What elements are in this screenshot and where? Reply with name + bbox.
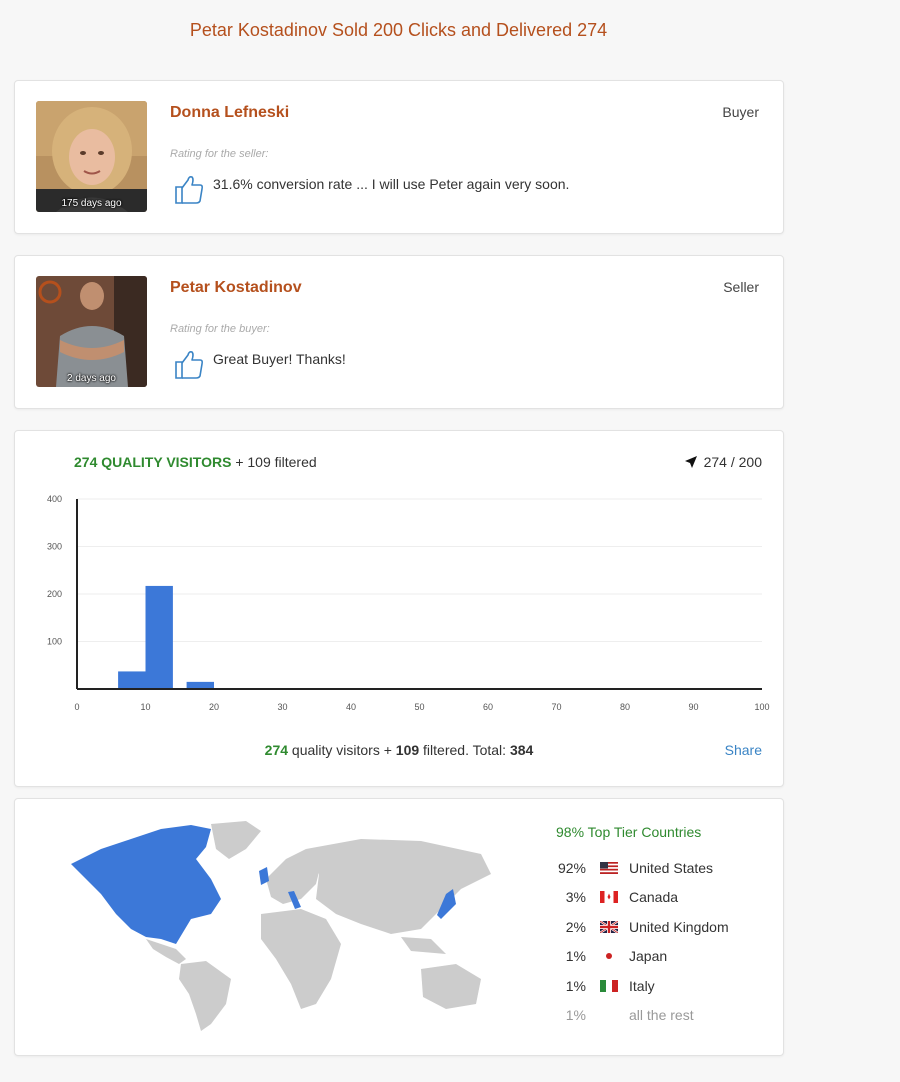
x-tick-label: 60 [483, 702, 493, 712]
map-africa [261, 909, 341, 1009]
map-australia [421, 964, 481, 1009]
visitors-histogram: 100 200 300 400 0 10 20 30 40 50 60 70 80 90 100 [47, 494, 770, 712]
buyer-photo [36, 101, 147, 212]
x-tick-label: 70 [551, 702, 561, 712]
country-row: 1% Japan [520, 942, 770, 972]
quality-visitors-count: 274 QUALITY VISITORS [74, 454, 232, 470]
avatar[interactable]: 175 days ago [36, 101, 147, 212]
visitors-stats-card: 274 QUALITY VISITORS + 109 filtered 274 … [14, 430, 784, 787]
visitors-summary: 274 quality visitors + 109 filtered. Tot… [15, 742, 783, 758]
country-name: Canada [629, 889, 679, 906]
country-percent: 1% [565, 977, 586, 994]
page-title: Petar Kostadinov Sold 200 Clicks and Del… [189, 20, 608, 40]
country-name: Italy [629, 977, 655, 994]
thumbs-up-icon [175, 351, 204, 379]
country-percent: 3% [565, 889, 586, 906]
summary-quality-text: quality visitors + [291, 742, 392, 758]
country-percent: 92% [557, 859, 586, 876]
share-link[interactable]: Share [725, 742, 762, 758]
buyer-review-card: 175 days ago Donna Lefneski Buyer Rating… [14, 80, 784, 234]
country-row: 3% Canada [520, 883, 770, 913]
summary-filtered-text: filtered. Total: [423, 742, 507, 758]
flag-gb-icon [600, 920, 618, 933]
navigation-arrow-icon [684, 456, 697, 468]
top-tier-label: 98% Top Tier Countries [556, 824, 702, 840]
x-tick-label: 100 [754, 702, 769, 712]
reviewer-role: Seller [723, 279, 759, 295]
seller-review-card: 2 days ago Petar Kostadinov Seller Ratin… [14, 255, 784, 409]
reviewer-name[interactable]: Petar Kostadinov [170, 279, 302, 297]
country-name: United Kingdom [629, 918, 729, 935]
countries-card: 98% Top Tier Countries 92% United States… [14, 798, 784, 1056]
review-text: 31.6% conversion rate ... I will use Pet… [213, 176, 570, 192]
delivery-value: 274 / 200 [703, 454, 762, 470]
x-tick-label: 80 [620, 702, 630, 712]
country-percent: 2% [565, 918, 586, 935]
flag-jp-icon [600, 950, 618, 963]
country-name: all the rest [629, 1007, 694, 1024]
map-asia [306, 839, 491, 934]
flag-ca-icon [600, 891, 618, 904]
country-row: 1% Italy [520, 971, 770, 1001]
map-central-america [146, 939, 186, 964]
filtered-count: + 109 filtered [235, 454, 317, 470]
country-row: 92% United States [520, 853, 770, 883]
x-tick-label: 90 [688, 702, 698, 712]
seller-photo [36, 276, 147, 387]
country-name: Japan [629, 948, 668, 965]
review-age: 2 days ago [67, 373, 116, 384]
country-row: 2% United Kingdom [520, 912, 770, 942]
map-greenland [211, 821, 261, 859]
x-tick-label: 40 [346, 702, 356, 712]
thumbs-up-icon [175, 176, 204, 204]
summary-total: 384 [509, 742, 534, 758]
histogram-bar [118, 671, 146, 689]
world-map [71, 821, 491, 1031]
reviewer-role: Buyer [722, 104, 759, 120]
x-tick-label: 0 [74, 702, 79, 712]
country-row-rest: 1% all the rest [520, 1001, 770, 1031]
flag-us-icon [600, 861, 618, 874]
summary-quality-count: 274 [264, 742, 289, 758]
x-tick-label: 50 [414, 702, 424, 712]
review-age: 175 days ago [61, 198, 122, 209]
x-tick-label: 20 [209, 702, 219, 712]
review-text: Great Buyer! Thanks! [213, 351, 346, 367]
country-name: United States [629, 859, 714, 876]
summary-filtered-count: 109 [395, 742, 420, 758]
rating-label: Rating for the seller: [170, 148, 269, 160]
visitors-heading: 274 QUALITY VISITORS + 109 filtered [74, 454, 317, 470]
y-tick-label: 100 [47, 637, 62, 647]
map-south-america [179, 961, 231, 1031]
flag-it-icon [600, 979, 618, 992]
reviewer-name[interactable]: Donna Lefneski [170, 104, 289, 122]
delivery-ratio: 274 / 200 [684, 454, 762, 470]
rating-label: Rating for the buyer: [170, 323, 270, 335]
map-se-asia [401, 937, 446, 954]
y-tick-label: 400 [47, 494, 62, 504]
y-tick-label: 200 [47, 589, 62, 599]
avatar[interactable]: 2 days ago [36, 276, 147, 387]
country-percent: 1% [565, 948, 586, 965]
y-tick-label: 300 [47, 542, 62, 552]
country-percent: 1% [565, 1007, 586, 1024]
histogram-bar [145, 585, 173, 689]
top-countries-list: 98% Top Tier Countries 92% United States… [520, 824, 770, 1030]
histogram-bar [186, 681, 214, 689]
no-flag-spacer [600, 1009, 618, 1021]
map-north-america [71, 825, 221, 944]
x-tick-label: 10 [140, 702, 150, 712]
x-tick-label: 30 [277, 702, 287, 712]
